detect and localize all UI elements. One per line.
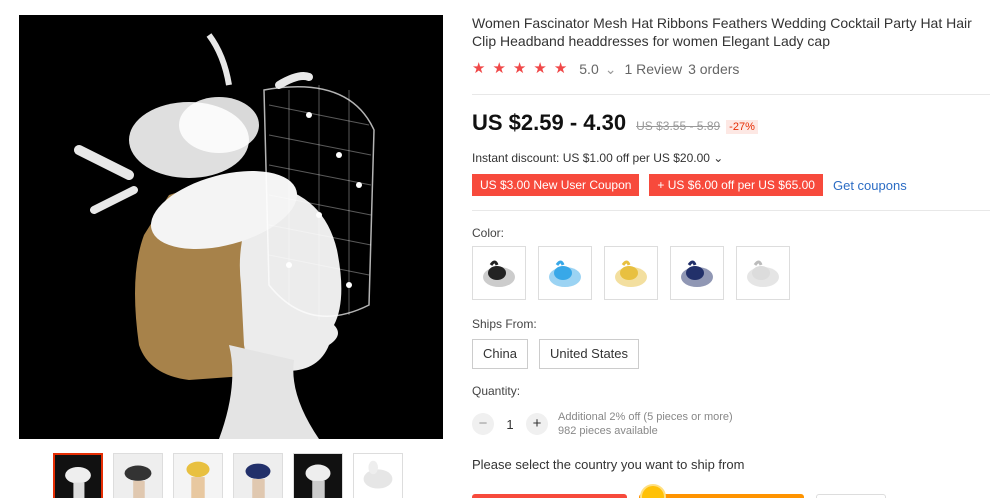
ship-from-china[interactable]: China xyxy=(472,339,528,369)
thumbnail-3[interactable] xyxy=(173,453,223,498)
thumbnail-2[interactable] xyxy=(113,453,163,498)
thumbnail-6[interactable] xyxy=(353,453,403,498)
color-option-navy[interactable] xyxy=(670,246,724,300)
star-icon: ★ xyxy=(512,60,527,77)
thumbnail-strip xyxy=(53,453,403,498)
coin-icon xyxy=(640,484,666,498)
fascinator-photo xyxy=(19,15,443,439)
ships-from-label: Ships From: xyxy=(472,317,537,331)
thumbnail-5[interactable] xyxy=(293,453,343,498)
ship-country-prompt: Please select the country you want to sh… xyxy=(472,457,745,472)
bulk-discount-text: Additional 2% off (5 pieces or more) xyxy=(558,411,733,423)
divider xyxy=(472,210,990,211)
color-swatches xyxy=(472,246,790,300)
store-coupon[interactable]: + US $6.00 off per US $65.00 xyxy=(649,174,823,196)
new-user-coupon[interactable]: US $3.00 New User Coupon xyxy=(472,174,640,196)
quantity-stepper: − 1 + Additional 2% off (5 pieces or mor… xyxy=(472,410,733,438)
action-buttons xyxy=(472,494,886,498)
review-count[interactable]: 1 Review xyxy=(624,61,682,77)
quantity-value[interactable]: 1 xyxy=(494,417,526,432)
color-option-black[interactable] xyxy=(472,246,526,300)
color-option-yellow[interactable] xyxy=(604,246,658,300)
color-option-white[interactable] xyxy=(736,246,790,300)
ship-from-united-states[interactable]: United States xyxy=(538,339,640,369)
increase-quantity-button[interactable]: + xyxy=(526,413,548,435)
main-product-image[interactable] xyxy=(19,15,443,439)
divider xyxy=(472,94,990,95)
coupon-row: US $3.00 New User Coupon + US $6.00 off … xyxy=(472,174,907,196)
star-icon: ★ xyxy=(492,60,506,77)
rating-row: ★ ★ ★ ★ ★ 5.0 ⌄ 1 Review 3 orders xyxy=(472,60,745,78)
discount-badge: -27% xyxy=(726,120,758,134)
chevron-down-icon[interactable]: ⌄ xyxy=(605,61,617,78)
rating-score[interactable]: 5.0 xyxy=(579,61,598,77)
product-title: Women Fascinator Mesh Hat Ribbons Feathe… xyxy=(472,15,972,49)
decrease-quantity-button[interactable]: − xyxy=(472,413,494,435)
ships-from-options: China United States xyxy=(472,339,640,369)
instant-discount[interactable]: Instant discount: US $1.00 off per US $2… xyxy=(472,151,723,165)
star-icon: ★ xyxy=(472,60,486,77)
order-count: 3 orders xyxy=(688,61,740,77)
wishlist-button[interactable] xyxy=(816,494,886,498)
color-label: Color: xyxy=(472,226,505,240)
thumbnail-1[interactable] xyxy=(53,453,103,498)
star-icon: ★ xyxy=(553,60,568,77)
quantity-info: Additional 2% off (5 pieces or more) 982… xyxy=(558,410,733,438)
star-rating: ★ ★ ★ ★ ★ xyxy=(472,60,573,78)
get-coupons-link[interactable]: Get coupons xyxy=(833,178,907,193)
thumbnail-4[interactable] xyxy=(233,453,283,498)
current-price: US $2.59 - 4.30 xyxy=(472,110,627,135)
original-price: US $3.55 - 5.89 xyxy=(636,119,721,133)
color-option-light-blue[interactable] xyxy=(538,246,592,300)
quantity-label: Quantity: xyxy=(472,384,521,398)
pieces-available: 982 pieces available xyxy=(558,425,658,437)
price-row: US $2.59 - 4.30 US $3.55 - 5.89 -27% xyxy=(472,110,758,136)
star-icon: ★ xyxy=(533,60,547,77)
buy-now-button[interactable] xyxy=(472,494,627,498)
